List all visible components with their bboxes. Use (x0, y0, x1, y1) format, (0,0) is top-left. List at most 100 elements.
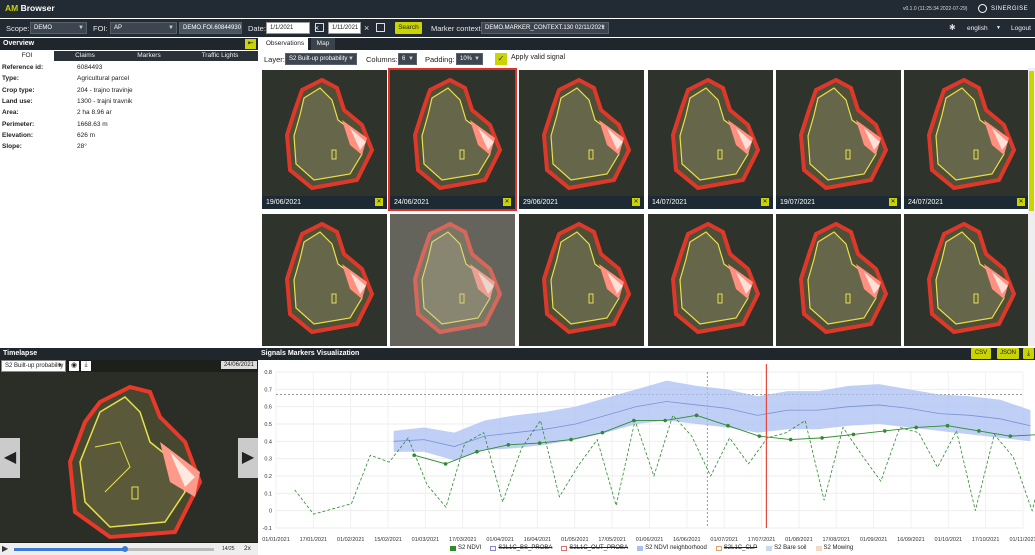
legend-item[interactable]: S2 NDVI (450, 545, 481, 551)
legend-item[interactable]: S2L1C_OUT_PROBA (561, 545, 628, 551)
timelapse-slider[interactable] (14, 546, 214, 552)
thumbnail-date: 24/07/2021 (904, 196, 1029, 209)
timelapse-header: Timelapse (0, 348, 258, 360)
legend-label: S2L1C_BS_PROBA (498, 545, 553, 551)
next-frame-button[interactable]: ▶ (238, 438, 258, 478)
x-tick-label: 17/10/2021 (972, 537, 1000, 543)
control-bar: Scope: DEMO ▼ FOI: AP ▼ DEMO.FOI.608449300… (0, 19, 1035, 37)
observation-thumbnail[interactable] (262, 214, 387, 346)
search-button[interactable]: Search (395, 22, 422, 34)
date-to-input[interactable]: 1/11/2021 (328, 22, 361, 34)
padding-select[interactable]: 10% ▼ (456, 53, 483, 65)
legend-label: S2L1C_CLP (723, 545, 758, 551)
timelapse-image (0, 372, 258, 542)
y-tick-label: 0 (269, 509, 272, 515)
legend-item[interactable]: S2L1C_BS_PROBA (490, 545, 552, 551)
frame-counter: 14/25 (222, 546, 235, 552)
timelapse-layer-select[interactable]: S2 Built-up probability ▼ (1, 360, 66, 372)
foi-detail-row: Perimeter: 1668.63 m (2, 121, 108, 128)
valid-flag-icon[interactable]: ✕ (632, 198, 640, 206)
calendar-icon[interactable] (315, 23, 324, 32)
valid-flag-icon[interactable]: ✕ (375, 198, 383, 206)
tab-observations[interactable]: Observations (262, 38, 308, 50)
thumbnail-date: 14/07/2021 (648, 196, 773, 209)
previous-frame-button[interactable]: ◀ (0, 438, 20, 478)
observation-thumbnail[interactable] (904, 214, 1029, 346)
layer-select[interactable]: S2 Built-up probability ▼ (285, 53, 357, 65)
play-icon[interactable]: ▶ (2, 544, 8, 553)
valid-flag-icon[interactable]: ✕ (1017, 198, 1025, 206)
valid-flag-icon[interactable]: ✕ (761, 198, 769, 206)
marker-context-select[interactable]: DEMO.MARKER_CONTEXT.130 02/11/2021 ▼ (481, 22, 609, 34)
valid-flag-icon[interactable]: ✕ (889, 198, 897, 206)
detail-key: Elevation: (2, 131, 34, 139)
legend-item[interactable]: S2L1C_CLP (715, 545, 758, 551)
ndvi-point (788, 437, 793, 442)
observation-thumbnail[interactable]: 19/06/2021 ✕ (262, 70, 387, 209)
download-icon[interactable]: ⤓ (1023, 348, 1034, 359)
observation-thumbnail[interactable] (519, 214, 644, 346)
playback-speed[interactable]: 2x (244, 545, 251, 552)
ndvi-point (412, 453, 416, 457)
date-from-input[interactable]: 1/1/2021 (266, 22, 310, 34)
timelapse-panel: S2 Built-up probability ▼ ◉ ⤓ 24/06/2021 … (0, 360, 258, 555)
grid-scrollbar[interactable] (1028, 68, 1035, 346)
brand-label: SINERGISE (991, 6, 1029, 12)
legend-swatch (490, 545, 497, 551)
observations-tabs: Observations Map (262, 38, 1035, 50)
tab-markers[interactable]: Markers (116, 51, 182, 61)
clear-date-to-icon[interactable]: × (364, 22, 369, 34)
signals-chart[interactable]: 0.8 0.7 0.6 0.5 0.4 0.3 0.2 0.1 0 -0.1 01/01/2021 1… (258, 360, 1035, 545)
foi-detail-row: Land use: 1300 - trajni travnik (2, 98, 132, 105)
valid-signal-checkbox[interactable]: ✓ (495, 53, 507, 65)
thumbnail-image (904, 214, 1029, 346)
legend-label: S2 Bare soil (774, 545, 807, 551)
gear-icon[interactable]: ✱ (949, 23, 956, 32)
legend-item[interactable]: S2 Mowing (815, 545, 853, 551)
ndvi-point (914, 425, 918, 430)
scope-select[interactable]: DEMO ▼ (30, 22, 87, 34)
columns-select[interactable]: 6 ▼ (398, 53, 417, 65)
observation-thumbnail[interactable]: 14/07/2021 ✕ (648, 70, 773, 209)
observation-thumbnail[interactable]: 19/07/2021 ✕ (776, 70, 901, 209)
timelapse-date: 24/06/2021 (220, 361, 257, 369)
logout-link[interactable]: Logout (1011, 25, 1031, 32)
observation-thumbnail[interactable]: 24/06/2021 ✕ (388, 68, 517, 211)
observation-thumbnail[interactable] (648, 214, 773, 346)
chevron-down-icon[interactable]: ▼ (996, 25, 1001, 31)
x-tick-label: 01/04/2021 (486, 537, 514, 543)
tab-map[interactable]: Map (311, 38, 335, 50)
x-tick-label: 16/04/2021 (524, 537, 552, 543)
thumbnail-image (390, 70, 515, 209)
legend-swatch (450, 545, 456, 551)
observation-thumbnail[interactable]: 29/06/2021 ✕ (519, 70, 644, 209)
csv-button[interactable]: CSV (971, 348, 991, 359)
observation-thumbnail[interactable]: 24/07/2021 ✕ (904, 70, 1029, 209)
tab-foi[interactable]: FOI (0, 51, 54, 61)
observation-thumbnail[interactable] (390, 214, 515, 346)
camera-icon[interactable]: ◉ (69, 361, 79, 371)
chevron-down-icon: ▼ (474, 56, 480, 62)
date-label: Date: (248, 24, 266, 33)
observation-thumbnail[interactable] (776, 214, 901, 346)
x-tick-label: 01/03/2021 (412, 537, 440, 543)
tab-traffic-lights[interactable]: Traffic Lights (182, 51, 258, 61)
valid-flag-icon[interactable]: ✕ (503, 198, 511, 206)
detail-value: 1668.63 m (77, 120, 108, 128)
language-select[interactable]: english (967, 25, 988, 32)
collapse-panel-button[interactable]: ⇤ (245, 39, 256, 49)
thumbnail-image (648, 70, 773, 209)
detail-value: 626 m (77, 131, 96, 139)
download-icon[interactable]: ⤓ (81, 361, 91, 371)
foi-select[interactable]: AP ▼ (110, 22, 177, 34)
tab-claims[interactable]: Claims (54, 51, 116, 61)
valid-signal-label: Apply valid signal (511, 54, 566, 61)
legend-item[interactable]: S2 Bare soil (766, 545, 807, 551)
json-button[interactable]: JSON (997, 348, 1019, 359)
calendar-icon[interactable] (376, 23, 385, 32)
ndvi-point (977, 429, 981, 433)
app-logo[interactable]: AM Browser (5, 3, 55, 13)
foi-id-field[interactable]: DEMO.FOI.608449300 (179, 22, 242, 34)
legend-item[interactable]: S2 NDVI neighborhood (637, 545, 707, 551)
x-tick-label: 01/06/2021 (636, 537, 664, 543)
